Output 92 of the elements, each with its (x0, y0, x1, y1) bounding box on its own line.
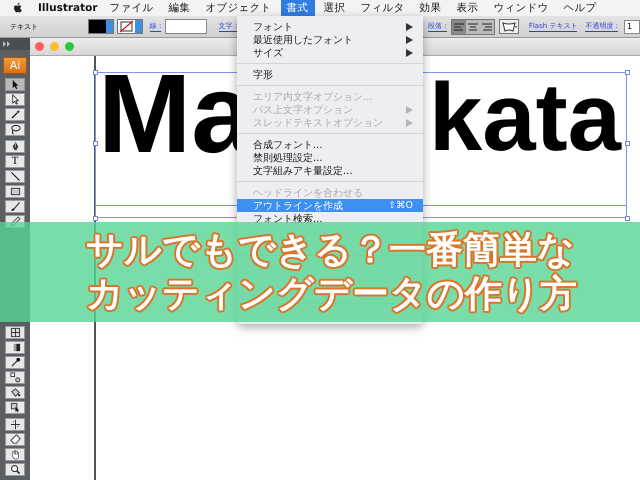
apple-icon (12, 2, 24, 14)
align-button[interactable] (452, 20, 466, 34)
magic-wand-icon (10, 109, 20, 120)
menu-option[interactable]: 文字組みアキ量設定... (237, 164, 423, 177)
selection-square-icon (10, 402, 20, 413)
selection-handle[interactable] (625, 141, 630, 146)
hand-icon (10, 449, 20, 460)
eraser-icon (10, 434, 20, 445)
menu-item[interactable]: 書式 (280, 0, 315, 16)
tool-button[interactable] (5, 185, 25, 198)
text-align-icon (466, 20, 479, 32)
tool-button[interactable] (5, 463, 25, 476)
menu-option-label: ヘッドラインを合わせる (253, 186, 364, 200)
paintbrush-icon (10, 201, 20, 212)
tool-button[interactable] (5, 200, 25, 213)
menu-item[interactable]: 表示 (450, 0, 485, 16)
gradient-icon (10, 342, 20, 353)
menu-option-label: フォント (253, 20, 294, 34)
tool-button[interactable] (5, 371, 25, 384)
tool-button[interactable] (5, 386, 25, 399)
eyedropper-icon (10, 357, 20, 368)
menu-option[interactable]: 字形 (237, 68, 423, 81)
menu-item[interactable]: 効果 (414, 0, 448, 16)
menu-option[interactable]: 最近使用したフォント (237, 33, 423, 46)
menu-item[interactable]: 編集 (162, 0, 197, 16)
menu-item[interactable]: フィルタ (354, 0, 411, 16)
menu-option[interactable]: 禁則処理設定... (237, 151, 423, 164)
banner-heading: サルでもできる？一番簡単な (86, 228, 575, 271)
menu-option-label: エリア内文字オプション... (253, 90, 374, 104)
warp-shape-icon (500, 20, 518, 32)
menu-item[interactable]: ウィンドウ (488, 0, 555, 16)
app-name-menu[interactable]: Illustrator (38, 2, 98, 14)
envelope-button[interactable] (498, 19, 519, 34)
menu-item[interactable]: ファイル (104, 0, 160, 16)
menu-option[interactable]: サイズ (237, 46, 423, 59)
menu-option-label: 文字組みアキ量設定... (253, 164, 354, 178)
menu-item[interactable]: 選択 (318, 0, 352, 16)
tool-button[interactable] (5, 170, 25, 183)
collapse-icon (3, 41, 11, 47)
app-logo: Ai (3, 57, 27, 74)
tool-button[interactable] (5, 93, 25, 106)
menu-option-label: スレッドテキストオプション (253, 116, 384, 130)
blend-shapes-icon (10, 372, 20, 383)
menu-option-label: フォント検索... (253, 212, 324, 226)
tool-button[interactable] (5, 418, 25, 431)
text-align-icon (452, 20, 465, 32)
stroke-weight-field[interactable] (165, 19, 207, 34)
menu-option[interactable]: フォント検索... (237, 212, 423, 225)
rectangle-icon (10, 186, 20, 197)
menu-option-label: サイズ (253, 46, 284, 60)
stroke-swatch[interactable] (116, 19, 143, 34)
selection-handle[interactable] (625, 70, 630, 75)
selection-handle[interactable] (93, 70, 98, 75)
menu-item[interactable]: ヘルプ (558, 0, 603, 16)
shortcut-label: ⇧⌘O (388, 200, 413, 211)
tool-button[interactable] (5, 341, 25, 354)
menu-option-label: 禁則処理設定... (253, 152, 324, 164)
selection-handle[interactable] (625, 216, 630, 221)
magnifier-icon (10, 464, 20, 475)
tool-button[interactable] (5, 123, 25, 136)
slice-icon (10, 419, 20, 430)
lasso-icon (10, 124, 20, 135)
menu-option-label: パス上文字オプション (253, 104, 354, 116)
fill-swatch[interactable] (88, 19, 114, 34)
menu-item[interactable]: オブジェクト (200, 0, 278, 16)
mesh-grid-icon (10, 327, 20, 338)
menu-option[interactable]: 合成フォント... (237, 138, 423, 151)
menu-option-label: アウトラインを作成 (253, 200, 344, 212)
banner-heading: カッティングデータの作り方 (86, 272, 577, 315)
menu-option-label: 最近使用したフォント (253, 34, 354, 46)
selection-handle[interactable] (93, 141, 98, 146)
align-button[interactable] (466, 20, 480, 34)
align-button[interactable] (480, 20, 494, 34)
tool-button[interactable] (5, 108, 25, 121)
menu-option[interactable]: フォント (237, 20, 423, 33)
menu-option-label: 合成フォント... (253, 138, 324, 152)
hollow-pointer-icon (10, 94, 20, 105)
selection-handle[interactable] (93, 216, 98, 221)
tool-button[interactable] (5, 433, 25, 446)
tool-button[interactable] (5, 326, 25, 339)
tool-button[interactable]: T (5, 155, 25, 168)
menu-option-label: 字形 (253, 68, 274, 82)
text-align-icon (480, 20, 493, 32)
tool-button[interactable] (5, 356, 25, 369)
tool-button[interactable] (5, 140, 25, 153)
paint-bucket-icon (10, 387, 20, 398)
tool-button[interactable] (5, 401, 25, 414)
tool-button[interactable] (5, 78, 25, 91)
line-icon (10, 171, 20, 182)
artwork-text: kata (428, 70, 621, 166)
tool-button[interactable] (5, 448, 25, 461)
opacity-field[interactable]: 1 (624, 20, 640, 34)
